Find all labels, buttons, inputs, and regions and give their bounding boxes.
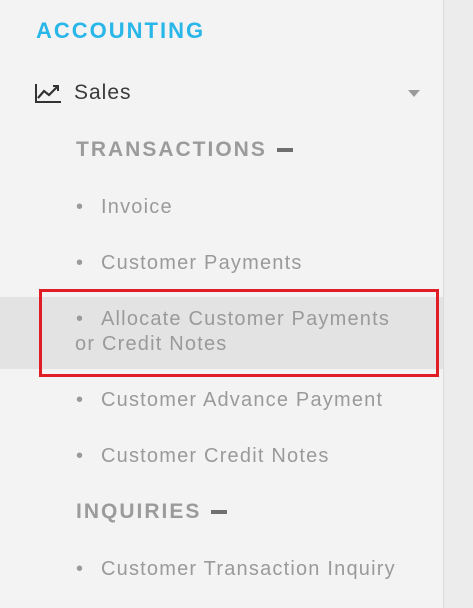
collapse-minus-icon[interactable] [211, 510, 228, 514]
menu-item-customer-transaction-inquiry[interactable]: • Customer Transaction Inquiry [76, 557, 426, 582]
line-chart-icon [35, 84, 61, 103]
highlight-box [39, 289, 439, 377]
section-title-accounting: ACCOUNTING [36, 18, 206, 43]
menu-item-label: Customer Transaction Inquiry [101, 558, 396, 580]
group-title-label: TRANSACTIONS [76, 138, 267, 161]
bullet-icon: • [76, 252, 85, 274]
group-title-transactions[interactable]: TRANSACTIONS [76, 138, 293, 162]
bullet-icon: • [76, 558, 85, 580]
menu-item-customer-advance-payment[interactable]: • Customer Advance Payment [76, 388, 426, 413]
sidebar-edge [443, 0, 473, 608]
menu-item-label: Customer Credit Notes [101, 445, 330, 467]
caret-down-icon[interactable] [408, 90, 420, 97]
menu-item-invoice[interactable]: • Invoice [76, 195, 426, 220]
menu-item-label: Customer Payments [101, 252, 303, 274]
module-label: Sales [74, 81, 132, 104]
module-sales[interactable]: Sales [34, 78, 424, 108]
bullet-icon: • [76, 389, 85, 411]
bullet-icon: • [76, 445, 85, 467]
collapse-minus-icon[interactable] [276, 148, 293, 152]
menu-item-label: Invoice [101, 196, 173, 218]
group-title-inquiries[interactable]: INQUIRIES [76, 500, 228, 524]
bullet-icon: • [76, 196, 85, 218]
menu-item-label: Customer Advance Payment [101, 389, 384, 411]
group-title-label: INQUIRIES [76, 500, 202, 523]
menu-item-customer-credit-notes[interactable]: • Customer Credit Notes [76, 444, 426, 469]
menu-item-customer-payments[interactable]: • Customer Payments [76, 251, 426, 276]
